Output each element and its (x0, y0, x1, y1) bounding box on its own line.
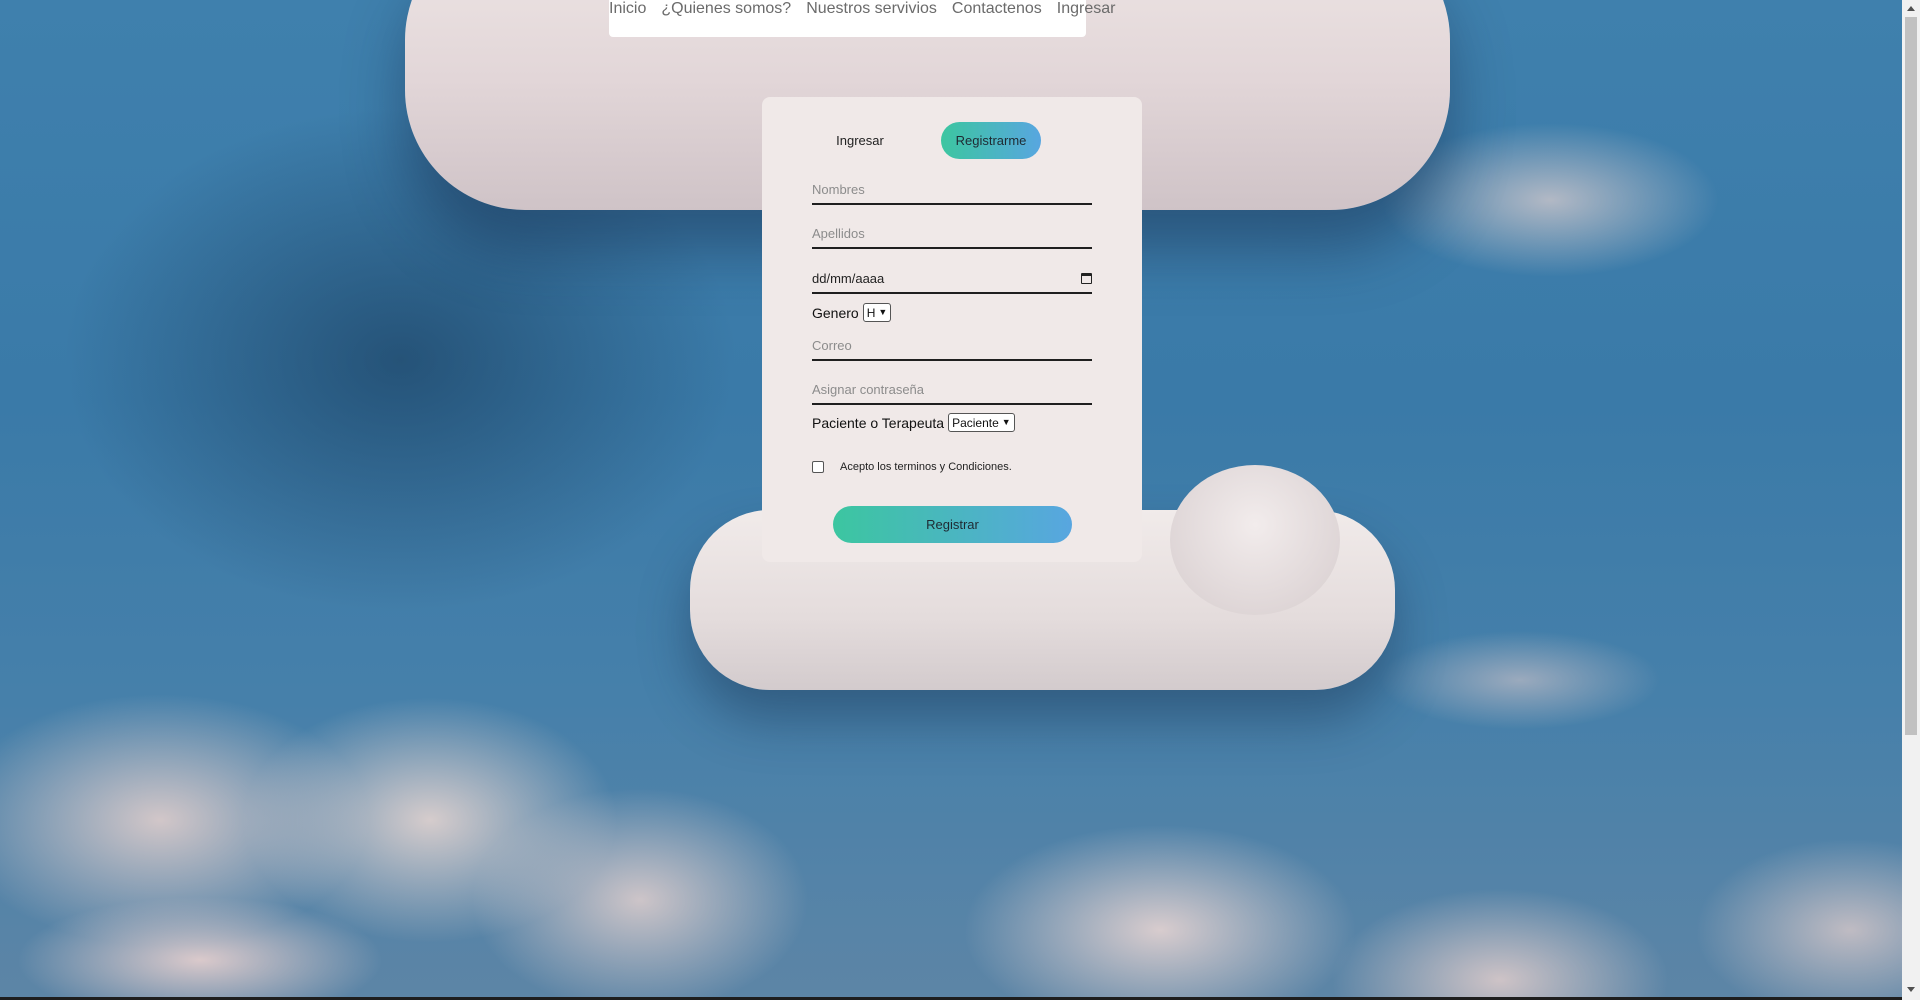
chevron-down-icon: ▼ (1001, 417, 1011, 427)
gender-select-value: H (866, 305, 876, 320)
vertical-scrollbar[interactable] (1902, 0, 1920, 1000)
tab-login-button[interactable]: Ingresar (810, 122, 910, 159)
last-name-input[interactable] (812, 219, 1092, 249)
gender-row: Genero H ▼ (812, 303, 892, 322)
top-navbar: Inicio ¿Quienes somos? Nuestros servivio… (609, 0, 1115, 37)
gender-label: Genero (812, 304, 859, 321)
date-value-text: dd/mm/aaaa (812, 270, 885, 286)
nav-link-inicio[interactable]: Inicio (609, 0, 646, 17)
nav-link-servicios[interactable]: Nuestros servivios (806, 0, 937, 17)
chevron-down-icon: ▼ (878, 307, 888, 317)
role-row: Paciente o Terapeuta Paciente ▼ (812, 413, 1015, 432)
terms-label: Acepto los terminos y Condiciones. (840, 461, 1012, 473)
nav-link-ingresar[interactable]: Ingresar (1057, 0, 1116, 17)
password-input[interactable] (812, 375, 1092, 405)
nav-link-contactenos[interactable]: Contactenos (952, 0, 1042, 17)
cloud-middle-bump-decoration (1170, 465, 1340, 615)
calendar-icon[interactable] (1081, 272, 1092, 284)
gender-select[interactable]: H ▼ (862, 303, 892, 322)
first-name-input[interactable] (812, 175, 1092, 205)
register-submit-button[interactable]: Registrar (833, 506, 1072, 543)
arrow-up-icon[interactable] (1907, 6, 1915, 11)
terms-checkbox[interactable] (812, 461, 824, 473)
role-label: Paciente o Terapeuta (812, 414, 945, 431)
nav-list: Inicio ¿Quienes somos? Nuestros servivio… (609, 0, 1115, 18)
tab-register-button[interactable]: Registrarme (941, 122, 1041, 159)
register-card: Ingresar Registrarme dd/mm/aaaa Genero H… (762, 97, 1142, 562)
role-select-value: Paciente (952, 415, 999, 430)
auth-tab-toggle: Ingresar Registrarme (810, 122, 1041, 159)
scrollbar-thumb[interactable] (1905, 17, 1917, 735)
role-select[interactable]: Paciente ▼ (948, 413, 1015, 432)
nav-link-quienes-somos[interactable]: ¿Quienes somos? (661, 0, 791, 17)
birth-date-input[interactable]: dd/mm/aaaa (812, 264, 1092, 294)
arrow-down-icon[interactable] (1907, 987, 1915, 992)
terms-row: Acepto los terminos y Condiciones. (812, 461, 1012, 473)
email-input[interactable] (812, 331, 1092, 361)
